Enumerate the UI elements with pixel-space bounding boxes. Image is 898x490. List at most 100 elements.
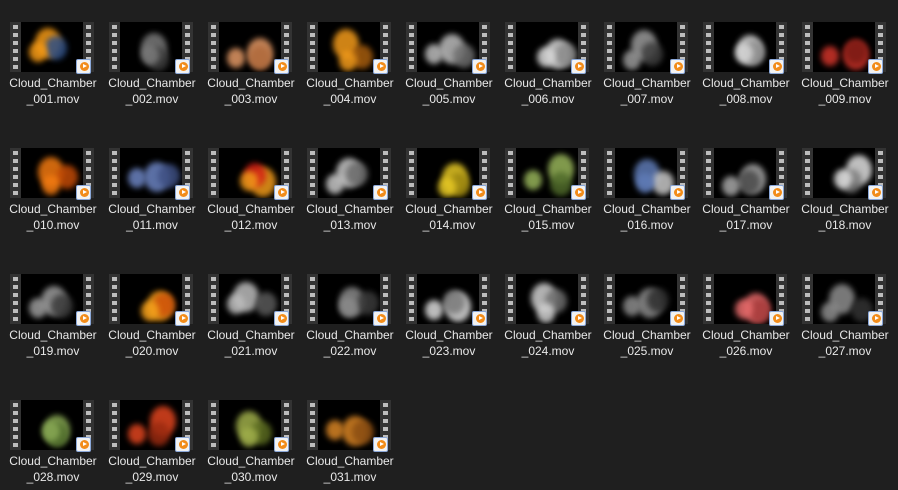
file-item[interactable]: Cloud_Chamber _031.mov: [299, 378, 394, 484]
file-item[interactable]: Cloud_Chamber _025.mov: [596, 252, 691, 358]
film-strip-left-icon: [307, 148, 318, 198]
file-item[interactable]: Cloud_Chamber _008.mov: [695, 0, 790, 106]
file-item[interactable]: Cloud_Chamber _003.mov: [200, 0, 295, 106]
file-name-line-1: Cloud_Chamber: [504, 328, 592, 342]
file-item[interactable]: Cloud_Chamber _015.mov: [497, 126, 592, 232]
file-item[interactable]: Cloud_Chamber _001.mov: [2, 0, 97, 106]
file-item[interactable]: Cloud_Chamber _011.mov: [101, 126, 196, 232]
file-item[interactable]: Cloud_Chamber _023.mov: [398, 252, 493, 358]
smoke-shape: [249, 46, 271, 70]
file-name-line-2: _009.mov: [818, 92, 872, 106]
smoke-shape: [346, 162, 368, 186]
file-item[interactable]: Cloud_Chamber _020.mov: [101, 252, 196, 358]
file-item[interactable]: Cloud_Chamber _028.mov: [2, 378, 97, 484]
video-thumbnail: [802, 274, 886, 326]
media-player-icon: [175, 185, 190, 200]
thumbnail-frame: [813, 148, 875, 198]
file-item[interactable]: Cloud_Chamber _022.mov: [299, 252, 394, 358]
file-item[interactable]: Cloud_Chamber _002.mov: [101, 0, 196, 106]
file-item[interactable]: Cloud_Chamber _004.mov: [299, 0, 394, 106]
thumbnail-frame: [813, 22, 875, 72]
file-item[interactable]: Cloud_Chamber _012.mov: [200, 126, 295, 232]
film-strip-left-icon: [208, 400, 219, 450]
video-thumbnail: [802, 148, 886, 200]
file-name-line-2: _030.mov: [224, 470, 278, 484]
file-item[interactable]: Cloud_Chamber _019.mov: [2, 252, 97, 358]
file-name-line-1: Cloud_Chamber: [603, 328, 691, 342]
file-name: Cloud_Chamber _003.mov: [196, 75, 306, 107]
video-thumbnail: [604, 22, 688, 74]
film-strip-left-icon: [109, 400, 120, 450]
file-name: Cloud_Chamber _029.mov: [97, 453, 207, 485]
smoke-shape: [550, 172, 572, 196]
file-name-line-1: Cloud_Chamber: [207, 454, 295, 468]
file-name-line-2: _013.mov: [323, 218, 377, 232]
file-name-line-2: _017.mov: [719, 218, 773, 232]
file-name: Cloud_Chamber _009.mov: [790, 75, 898, 107]
file-item[interactable]: Cloud_Chamber _027.mov: [794, 252, 889, 358]
file-item[interactable]: Cloud_Chamber _014.mov: [398, 126, 493, 232]
media-player-icon: [571, 59, 586, 74]
smoke-shape: [641, 42, 663, 66]
film-strip-left-icon: [703, 274, 714, 324]
smoke-shape: [51, 294, 73, 318]
film-strip-left-icon: [406, 148, 417, 198]
file-name-line-1: Cloud_Chamber: [108, 454, 196, 468]
film-strip-left-icon: [208, 274, 219, 324]
file-item[interactable]: Cloud_Chamber _029.mov: [101, 378, 196, 484]
file-item[interactable]: Cloud_Chamber _017.mov: [695, 126, 790, 232]
media-player-icon: [175, 437, 190, 452]
media-player-icon: [76, 311, 91, 326]
thumbnail-frame: [120, 274, 182, 324]
file-item[interactable]: Cloud_Chamber _006.mov: [497, 0, 592, 106]
file-name-line-2: _007.mov: [620, 92, 674, 106]
video-thumbnail: [307, 400, 391, 452]
file-name-line-2: _031.mov: [323, 470, 377, 484]
file-name-line-2: _011.mov: [126, 218, 178, 232]
video-thumbnail: [208, 22, 292, 74]
thumbnail-frame: [813, 274, 875, 324]
file-item[interactable]: Cloud_Chamber _009.mov: [794, 0, 889, 106]
media-player-icon: [472, 185, 487, 200]
file-name-line-2: _014.mov: [422, 218, 476, 232]
file-item[interactable]: Cloud_Chamber _007.mov: [596, 0, 691, 106]
smoke-shape: [636, 173, 654, 193]
file-item[interactable]: Cloud_Chamber _005.mov: [398, 0, 493, 106]
file-item[interactable]: Cloud_Chamber _018.mov: [794, 126, 889, 232]
file-name: Cloud_Chamber _022.mov: [295, 327, 405, 359]
media-player-icon: [274, 437, 289, 452]
thumbnail-frame: [120, 148, 182, 198]
file-name-line-1: Cloud_Chamber: [306, 202, 394, 216]
file-name-line-1: Cloud_Chamber: [306, 328, 394, 342]
file-name: Cloud_Chamber _021.mov: [196, 327, 306, 359]
video-thumbnail: [505, 22, 589, 74]
smoke-shape: [438, 177, 456, 197]
file-item[interactable]: Cloud_Chamber _016.mov: [596, 126, 691, 232]
file-name-line-1: Cloud_Chamber: [702, 202, 790, 216]
film-strip-left-icon: [604, 274, 615, 324]
smoke-shape: [537, 47, 555, 67]
film-strip-left-icon: [604, 22, 615, 72]
film-strip-left-icon: [802, 274, 813, 324]
video-thumbnail: [208, 400, 292, 452]
video-thumbnail: [307, 148, 391, 200]
file-item[interactable]: Cloud_Chamber _030.mov: [200, 378, 295, 484]
file-name-line-1: Cloud_Chamber: [207, 76, 295, 90]
file-item[interactable]: Cloud_Chamber _024.mov: [497, 252, 592, 358]
file-name-line-1: Cloud_Chamber: [9, 76, 97, 90]
media-player-icon: [670, 59, 685, 74]
file-item[interactable]: Cloud_Chamber _021.mov: [200, 252, 295, 358]
video-thumbnail: [109, 274, 193, 326]
thumbnail-frame: [417, 274, 479, 324]
media-player-icon: [373, 311, 388, 326]
thumbnail-frame: [219, 148, 281, 198]
thumbnail-frame: [219, 400, 281, 450]
video-thumbnail: [703, 274, 787, 326]
file-item[interactable]: Cloud_Chamber _026.mov: [695, 252, 790, 358]
video-thumbnail: [604, 274, 688, 326]
file-name-line-1: Cloud_Chamber: [702, 328, 790, 342]
file-item[interactable]: Cloud_Chamber _010.mov: [2, 126, 97, 232]
file-item[interactable]: Cloud_Chamber _013.mov: [299, 126, 394, 232]
file-name-line-2: _028.mov: [26, 470, 80, 484]
film-strip-left-icon: [109, 274, 120, 324]
